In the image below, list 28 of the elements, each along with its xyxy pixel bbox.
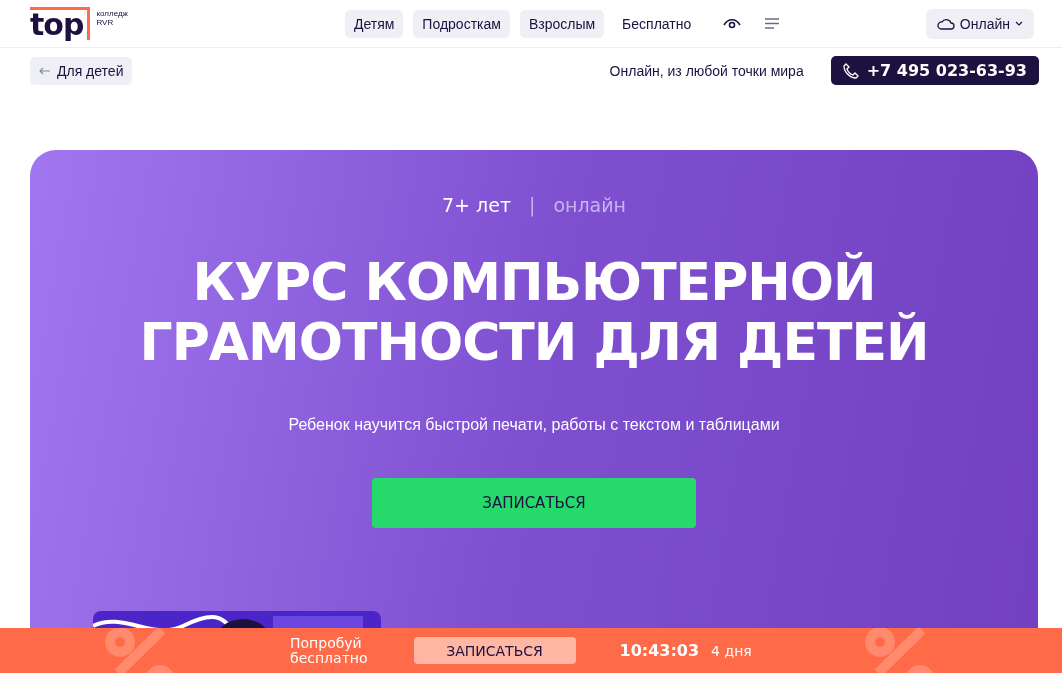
format-label: онлайн [553, 194, 626, 216]
cloud-icon [936, 17, 955, 30]
hero-title: ГРАМОТНОСТИ ДЛЯ ДЕТЕЙ [139, 312, 929, 372]
chevron-icon [1015, 21, 1023, 26]
back-button[interactable]: Для детей [30, 56, 133, 85]
age-label: 7+ лет [442, 194, 511, 216]
separator: | [528, 194, 536, 216]
format-dropdown[interactable]: Онлайн [925, 8, 1034, 39]
hero-title: КУРС КОМПЬЮТЕРНОЙ [192, 252, 876, 312]
phone-button[interactable]: +7 495 023-63-93 [830, 56, 1039, 85]
menu-icon[interactable] [765, 18, 780, 29]
location-text: Онлайн, из любой точки мира [609, 62, 804, 79]
signup-button[interactable]: ЗАПИСАТЬСЯ [372, 478, 696, 528]
arrow-left-icon [39, 66, 51, 75]
promo-text: бесплатно [290, 650, 368, 666]
signup-button[interactable]: ЗАПИСАТЬСЯ [413, 637, 576, 664]
logo-subtitle: колледж [96, 8, 128, 18]
countdown-timer: 10:43:03 [619, 641, 700, 660]
nav-link[interactable]: Детям [344, 9, 404, 38]
logo-subtitle: RVR [96, 17, 114, 27]
nav-link[interactable]: Взрослым [519, 9, 605, 38]
days-left: 4 дня [711, 642, 752, 659]
promo-text: Попробуй [290, 635, 362, 651]
nav-link[interactable]: Подросткам [413, 9, 510, 38]
phone-icon [842, 62, 859, 79]
eye-icon[interactable] [723, 17, 742, 30]
hero-subtitle: Ребенок научится быстрой печати, работы с текстом и таблицами [288, 416, 780, 434]
logo[interactable]: top [30, 7, 91, 40]
